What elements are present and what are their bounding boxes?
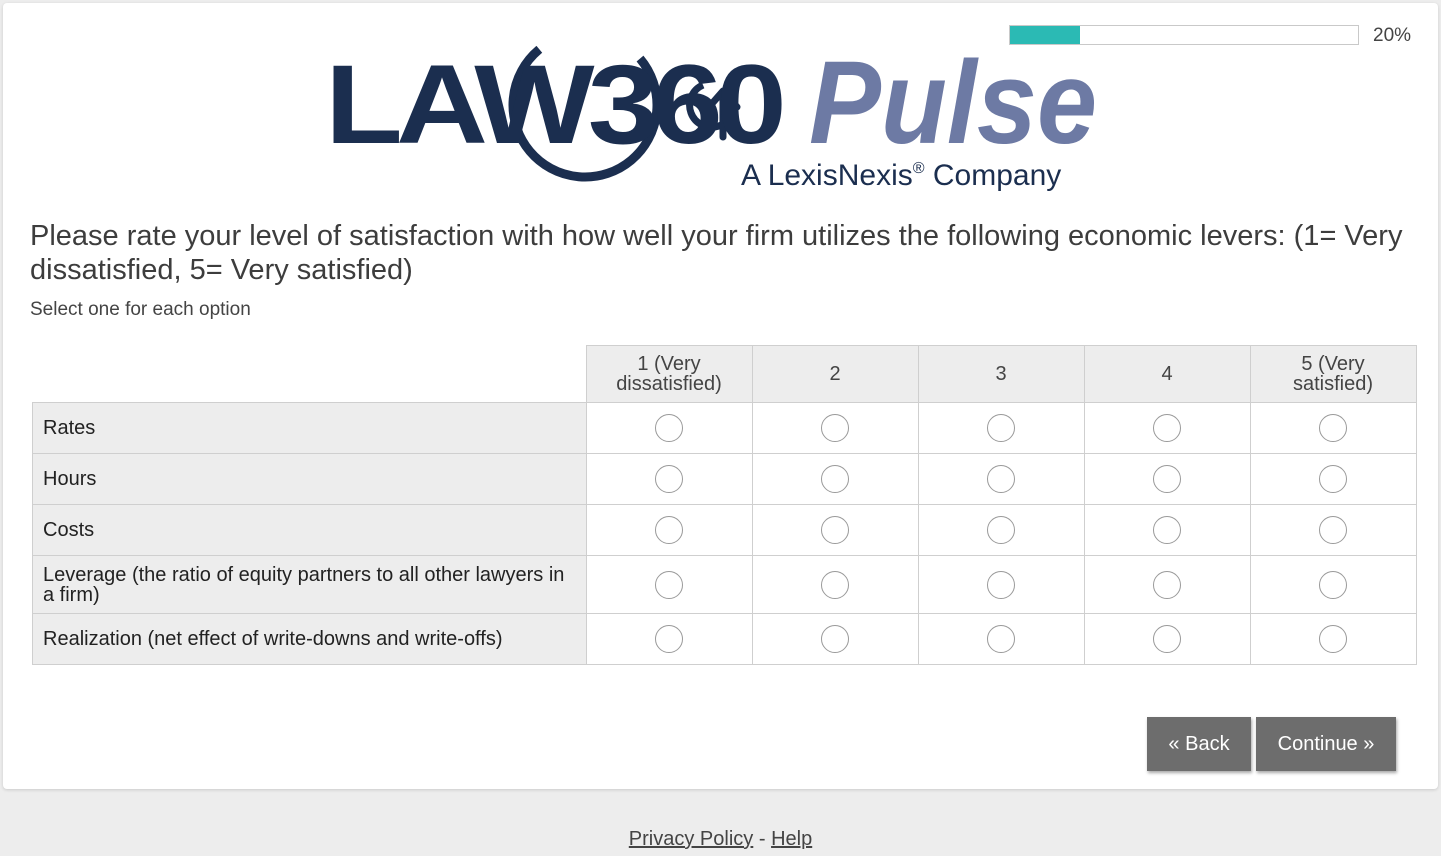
rating-cell[interactable] bbox=[917, 555, 1085, 614]
matrix-row-costs: Costs bbox=[32, 504, 1417, 556]
rating-cell[interactable] bbox=[1249, 453, 1417, 505]
radio-button[interactable] bbox=[1319, 516, 1347, 544]
radio-button[interactable] bbox=[1319, 570, 1347, 599]
column-header-1: 1 (Very dissatisfied) bbox=[585, 345, 753, 403]
rating-cell[interactable] bbox=[1083, 453, 1251, 505]
rating-cell[interactable] bbox=[1083, 504, 1251, 556]
rating-cell[interactable] bbox=[917, 613, 1085, 665]
row-label: Costs bbox=[32, 504, 587, 556]
rating-cell[interactable] bbox=[1249, 613, 1417, 665]
footer: Privacy Policy - Help bbox=[0, 828, 1441, 851]
rating-cell[interactable] bbox=[1083, 402, 1251, 454]
continue-button[interactable]: Continue » bbox=[1256, 717, 1396, 771]
rating-cell[interactable] bbox=[585, 555, 753, 614]
radio-button[interactable] bbox=[655, 414, 683, 442]
help-link[interactable]: Help bbox=[771, 828, 812, 850]
radio-button[interactable] bbox=[655, 516, 683, 544]
rating-cell[interactable] bbox=[1249, 402, 1417, 454]
rating-cell[interactable] bbox=[1249, 504, 1417, 556]
radio-button[interactable] bbox=[1153, 625, 1181, 653]
rating-cell[interactable] bbox=[1083, 613, 1251, 665]
rating-cell[interactable] bbox=[917, 453, 1085, 505]
rating-cell[interactable] bbox=[1083, 555, 1251, 614]
radio-button[interactable] bbox=[1153, 414, 1181, 442]
rating-cell[interactable] bbox=[751, 555, 919, 614]
rating-cell[interactable] bbox=[917, 402, 1085, 454]
question-text: Please rate your level of satisfaction w… bbox=[30, 220, 1403, 286]
radio-button[interactable] bbox=[987, 625, 1015, 653]
row-label: Leverage (the ratio of equity partners t… bbox=[32, 555, 587, 614]
logo-pulse-text: Pulse bbox=[809, 37, 1097, 169]
rating-cell[interactable] bbox=[585, 613, 753, 665]
column-header-3: 3 bbox=[917, 345, 1085, 403]
rating-cell[interactable] bbox=[751, 453, 919, 505]
radio-button[interactable] bbox=[1153, 570, 1181, 599]
rating-cell[interactable] bbox=[751, 402, 919, 454]
rating-cell[interactable] bbox=[585, 504, 753, 556]
radio-button[interactable] bbox=[821, 625, 849, 653]
radio-button[interactable] bbox=[655, 625, 683, 653]
radio-button[interactable] bbox=[1319, 465, 1347, 493]
radio-button[interactable] bbox=[1153, 516, 1181, 544]
rating-cell[interactable] bbox=[751, 613, 919, 665]
radio-button[interactable] bbox=[655, 465, 683, 493]
back-button[interactable]: « Back bbox=[1147, 717, 1251, 771]
matrix-row-leverage: Leverage (the ratio of equity partners t… bbox=[32, 555, 1417, 614]
rating-cell[interactable] bbox=[1249, 555, 1417, 614]
rating-cell[interactable] bbox=[751, 504, 919, 556]
column-header-4: 4 bbox=[1083, 345, 1251, 403]
survey-card: 20% LAW360 Pulse A LexisNexis® Company P… bbox=[3, 3, 1438, 789]
matrix-row-rates: Rates bbox=[32, 402, 1417, 454]
radio-button[interactable] bbox=[987, 465, 1015, 493]
radio-button[interactable] bbox=[821, 516, 849, 544]
radio-button[interactable] bbox=[821, 570, 849, 599]
rating-cell[interactable] bbox=[585, 402, 753, 454]
radio-button[interactable] bbox=[987, 516, 1015, 544]
rating-cell[interactable] bbox=[585, 453, 753, 505]
matrix-corner bbox=[33, 346, 587, 403]
rating-matrix: 1 (Very dissatisfied) 2 3 4 5 (Very sati… bbox=[32, 345, 1417, 665]
privacy-policy-link[interactable]: Privacy Policy bbox=[629, 828, 753, 850]
radio-button[interactable] bbox=[821, 414, 849, 442]
matrix-row-hours: Hours bbox=[32, 453, 1417, 505]
radio-button[interactable] bbox=[987, 414, 1015, 442]
footer-separator: - bbox=[753, 828, 772, 850]
logo-tagline: A LexisNexis® Company bbox=[741, 159, 1061, 192]
column-header-5: 5 (Very satisfied) bbox=[1249, 345, 1417, 403]
radio-button[interactable] bbox=[987, 570, 1015, 599]
column-header-2: 2 bbox=[751, 345, 919, 403]
radio-button[interactable] bbox=[655, 570, 683, 599]
row-label: Hours bbox=[32, 453, 587, 505]
logo-wordmark: LAW360 bbox=[325, 42, 782, 167]
matrix-header-row: 1 (Very dissatisfied) 2 3 4 5 (Very sati… bbox=[33, 345, 1417, 403]
rating-cell[interactable] bbox=[917, 504, 1085, 556]
row-label: Realization (net effect of write-downs a… bbox=[32, 613, 587, 665]
question-instruction: Select one for each option bbox=[30, 299, 251, 320]
radio-button[interactable] bbox=[1153, 465, 1181, 493]
radio-button[interactable] bbox=[1319, 625, 1347, 653]
radio-button[interactable] bbox=[821, 465, 849, 493]
matrix-row-realization: Realization (net effect of write-downs a… bbox=[32, 613, 1417, 665]
row-label: Rates bbox=[32, 402, 587, 454]
progress-percent: 20% bbox=[1373, 25, 1412, 46]
radio-button[interactable] bbox=[1319, 414, 1347, 442]
law360-pulse-logo: LAW360 Pulse A LexisNexis® Company bbox=[325, 28, 1097, 192]
